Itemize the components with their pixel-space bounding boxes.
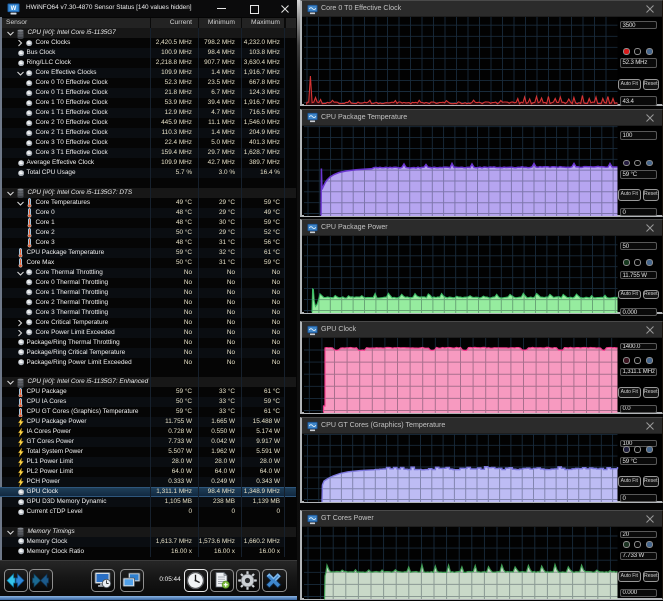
svg-text:W: W <box>11 6 17 12</box>
